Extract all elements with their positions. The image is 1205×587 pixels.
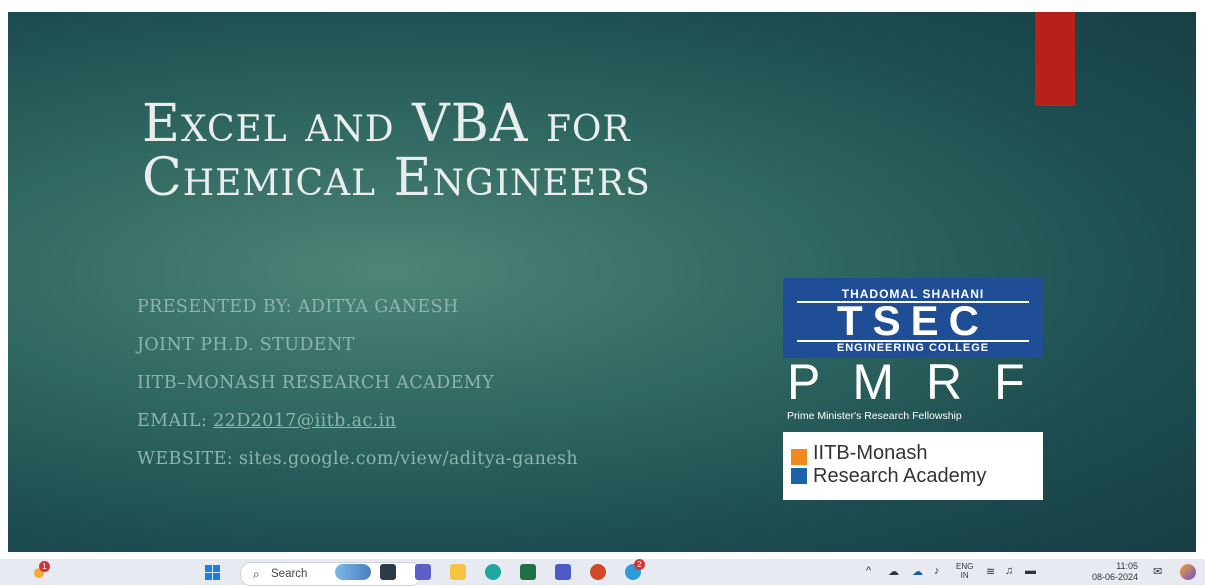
language-bottom: IN [960,571,969,580]
cloud-icon[interactable]: ☁ [912,565,923,578]
chevron-up-icon[interactable]: ^ [866,565,871,577]
pmrf-logo-main: PMRF [787,354,1057,410]
weather-badge: 1 [39,561,50,572]
system-clock[interactable]: 11:05 08-06-2024 [1092,561,1138,583]
language-top: ENG [956,562,974,571]
pmrf-logo: PMRF Prime Minister's Research Fellowshi… [787,357,1047,423]
presenter-academy: IITB–MONASH RESEARCH ACADEMY [137,373,495,393]
weather-icon[interactable]: 1 [30,561,50,582]
website-row: WEBSITE: sites.google.com/view/aditya-ga… [137,449,579,469]
battery-icon[interactable]: ▬ [1025,565,1036,577]
clock-date: 08-06-2024 [1092,572,1139,582]
title-line-1: Excel and VBA for [142,94,631,154]
logo-square-blue [791,468,807,484]
monash-line-2: Research Academy [813,465,987,487]
volume-icon[interactable]: ♫ [1005,565,1013,577]
start-icon[interactable] [205,565,220,580]
excel-icon[interactable] [520,564,536,580]
title-line-2: Chemical Engineers [142,148,651,208]
presenter-role: JOINT PH.D. STUDENT [137,335,355,355]
tsec-logo-bottom: ENGINEERING COLLEGE [797,340,1029,354]
accent-bar [1035,12,1075,106]
tsec-logo: THADOMAL SHAHANI TSEC ENGINEERING COLLEG… [783,278,1043,358]
copilot-badge: 2 [634,559,645,570]
email-link[interactable]: 22D2017@iitb.ac.in [213,411,396,431]
powerpoint-icon[interactable] [590,564,606,580]
search-icon: ⌕ [253,567,260,581]
clock-time: 11:05 [1116,561,1139,571]
tsec-logo-main: TSEC [836,297,989,344]
presenter-name: PRESENTED BY: ADITYA GANESH [137,297,459,317]
edge-icon[interactable] [485,564,501,580]
onedrive-icon[interactable]: ☁ [888,565,899,578]
taskbar: 1 ⌕ Search 2 ^ ☁ ☁ ♪ ENG IN ≋ ♫ ▬ 11:05 … [0,559,1205,586]
notification-icon[interactable]: ✉ [1153,565,1162,578]
file-icon[interactable] [380,564,396,580]
file-explorer-icon[interactable] [450,564,466,580]
email-row: EMAIL: 22D2017@iitb.ac.in [137,409,578,447]
teams-chat-icon[interactable] [555,564,571,580]
pmrf-logo-sub: Prime Minister's Research Fellowship [787,410,962,422]
copilot-icon[interactable]: 2 [625,559,645,580]
email-label: EMAIL: [137,411,214,431]
wifi-icon[interactable]: ≋ [986,565,995,578]
teams-icon[interactable] [415,564,431,580]
iitb-monash-logo: IITB-Monash Research Academy [783,432,1043,500]
logo-square-orange [791,449,807,465]
microphone-icon[interactable]: ♪ [934,565,940,577]
slide-title: Excel and VBA for Chemical Engineers [142,97,651,205]
monash-line-1: IITB-Monash [813,442,928,464]
presentation-slide: Excel and VBA for Chemical Engineers PRE… [8,12,1196,552]
copilot-tray-icon[interactable] [1180,564,1196,580]
presenter-info: PRESENTED BY: ADITYA GANESH JOINT PH.D. … [137,295,578,485]
landscape-widget-icon[interactable] [335,564,371,580]
search-placeholder: Search [271,568,308,580]
language-indicator[interactable]: ENG IN [956,562,973,580]
